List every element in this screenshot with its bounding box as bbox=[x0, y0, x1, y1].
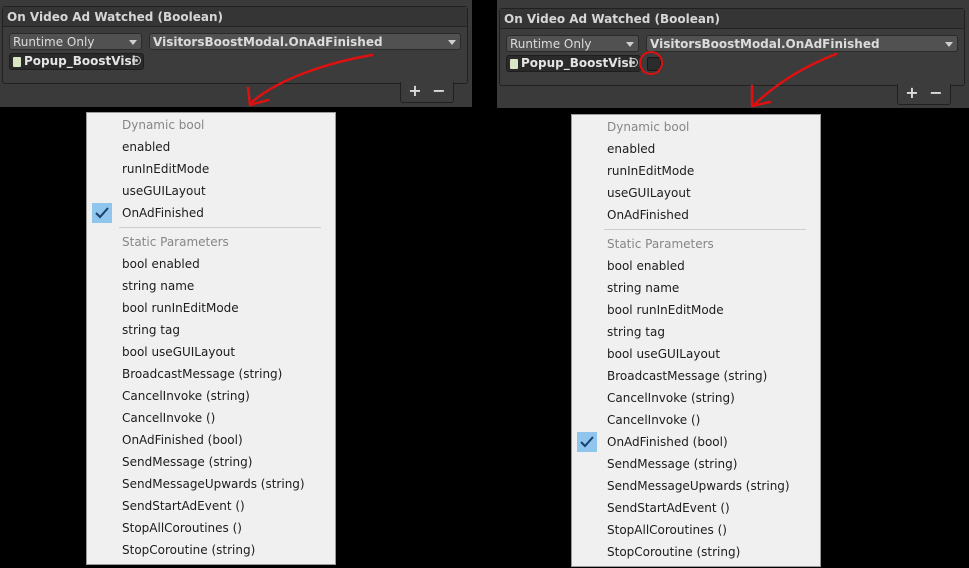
menu-item[interactable]: OnAdFinished bbox=[572, 204, 820, 226]
menu-item[interactable]: SendStartAdEvent () bbox=[87, 495, 335, 517]
left-event-title: On Video Ad Watched (Boolean) bbox=[3, 7, 467, 27]
right-add-remove-bar: + − bbox=[897, 84, 951, 105]
menu-item[interactable]: BroadcastMessage (string) bbox=[87, 363, 335, 385]
menu-item[interactable]: StopCoroutine (string) bbox=[87, 539, 335, 561]
menu-item[interactable]: SendMessage (string) bbox=[572, 453, 820, 475]
right-remove-button[interactable]: − bbox=[927, 84, 945, 102]
right-function-value: VisitorsBoostModal.OnAdFinished bbox=[650, 37, 880, 51]
menu-section-header: Static Parameters bbox=[607, 237, 714, 251]
chevron-down-icon bbox=[945, 42, 953, 47]
menu-item[interactable]: bool useGUILayout bbox=[572, 343, 820, 365]
menu-item[interactable]: bool enabled bbox=[572, 255, 820, 277]
menu-item[interactable]: BroadcastMessage (string) bbox=[572, 365, 820, 387]
menu-item[interactable]: OnAdFinished (bool) bbox=[87, 429, 335, 451]
right-inspector-panel: On Video Ad Watched (Boolean) Runtime On… bbox=[497, 0, 969, 108]
left-add-button[interactable]: + bbox=[406, 82, 424, 100]
checkmark-icon bbox=[577, 432, 597, 452]
menu-item[interactable]: useGUILayout bbox=[572, 182, 820, 204]
left-add-remove-bar: + − bbox=[400, 82, 454, 103]
menu-item[interactable]: bool runInEditMode bbox=[87, 297, 335, 319]
menu-item[interactable]: string name bbox=[87, 275, 335, 297]
menu-item[interactable]: string tag bbox=[572, 321, 820, 343]
menu-item[interactable]: CancelInvoke () bbox=[87, 407, 335, 429]
right-object-field-label: Popup_BoostVisi bbox=[521, 56, 633, 70]
right-function-dropdown[interactable]: VisitorsBoostModal.OnAdFinished bbox=[646, 35, 958, 52]
left-object-field[interactable]: Popup_BoostVisi bbox=[9, 53, 144, 70]
menu-item[interactable]: bool runInEditMode bbox=[572, 299, 820, 321]
menu-item[interactable]: StopAllCoroutines () bbox=[87, 517, 335, 539]
menu-item[interactable]: useGUILayout bbox=[87, 180, 335, 202]
right-object-field[interactable]: Popup_BoostVisi bbox=[506, 55, 641, 72]
menu-item[interactable]: StopAllCoroutines () bbox=[572, 519, 820, 541]
left-function-value: VisitorsBoostModal.OnAdFinished bbox=[153, 35, 383, 49]
right-event-title: On Video Ad Watched (Boolean) bbox=[500, 9, 964, 29]
checkmark-icon bbox=[92, 203, 112, 223]
menu-item[interactable]: bool useGUILayout bbox=[87, 341, 335, 363]
menu-item[interactable]: CancelInvoke (string) bbox=[572, 387, 820, 409]
menu-item[interactable]: enabled bbox=[87, 136, 335, 158]
right-unity-event: On Video Ad Watched (Boolean) Runtime On… bbox=[499, 8, 965, 86]
menu-item[interactable]: OnAdFinished (bool) bbox=[572, 431, 820, 453]
chevron-down-icon bbox=[626, 42, 634, 47]
left-function-dropdown[interactable]: VisitorsBoostModal.OnAdFinished bbox=[149, 33, 461, 50]
right-bool-checkbox[interactable] bbox=[647, 57, 661, 71]
left-object-field-label: Popup_BoostVisi bbox=[24, 54, 136, 68]
left-unity-event: On Video Ad Watched (Boolean) Runtime On… bbox=[2, 6, 468, 84]
left-mode-value: Runtime Only bbox=[13, 35, 95, 49]
menu-item[interactable]: enabled bbox=[572, 138, 820, 160]
menu-item[interactable]: string tag bbox=[87, 319, 335, 341]
menu-separator bbox=[604, 229, 806, 230]
script-file-icon bbox=[510, 59, 518, 69]
left-remove-button[interactable]: − bbox=[430, 82, 448, 100]
menu-section-header: Static Parameters bbox=[122, 235, 229, 249]
menu-item[interactable]: OnAdFinished bbox=[87, 202, 335, 224]
left-mode-dropdown[interactable]: Runtime Only bbox=[9, 33, 142, 50]
left-inspector-panel: On Video Ad Watched (Boolean) Runtime On… bbox=[0, 0, 472, 107]
menu-item[interactable]: SendMessage (string) bbox=[87, 451, 335, 473]
right-add-button[interactable]: + bbox=[903, 84, 921, 102]
right-function-menu: Dynamic bool enabled runInEditMode useGUILa… bbox=[571, 114, 821, 567]
menu-item[interactable]: bool enabled bbox=[87, 253, 335, 275]
menu-item[interactable]: CancelInvoke () bbox=[572, 409, 820, 431]
menu-section-header: Dynamic bool bbox=[607, 120, 690, 134]
chevron-down-icon bbox=[448, 40, 456, 45]
menu-item[interactable]: string name bbox=[572, 277, 820, 299]
menu-section-header: Dynamic bool bbox=[122, 118, 205, 132]
menu-item[interactable]: StopCoroutine (string) bbox=[572, 541, 820, 563]
menu-item[interactable]: SendMessageUpwards (string) bbox=[87, 473, 335, 495]
menu-item[interactable]: runInEditMode bbox=[87, 158, 335, 180]
object-picker-icon[interactable] bbox=[629, 58, 638, 67]
menu-item[interactable]: SendStartAdEvent () bbox=[572, 497, 820, 519]
chevron-down-icon bbox=[129, 40, 137, 45]
right-mode-value: Runtime Only bbox=[510, 37, 592, 51]
script-file-icon bbox=[13, 57, 21, 67]
left-function-menu: Dynamic bool enabled runInEditMode useGUILa… bbox=[86, 112, 336, 565]
menu-item[interactable]: CancelInvoke (string) bbox=[87, 385, 335, 407]
right-mode-dropdown[interactable]: Runtime Only bbox=[506, 35, 639, 52]
menu-separator bbox=[119, 227, 321, 228]
menu-item[interactable]: runInEditMode bbox=[572, 160, 820, 182]
object-picker-icon[interactable] bbox=[132, 56, 141, 65]
menu-item[interactable]: SendMessageUpwards (string) bbox=[572, 475, 820, 497]
